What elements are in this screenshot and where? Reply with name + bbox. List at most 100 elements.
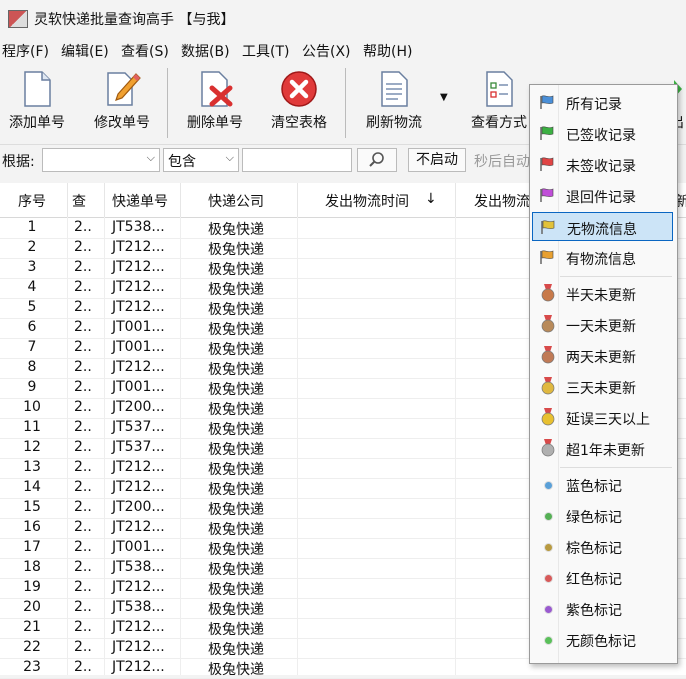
menu-item-label: 红色标记 (566, 572, 622, 588)
clear-table-button[interactable]: 清空表格 (262, 70, 336, 132)
edit-number-button[interactable]: 修改单号 (85, 70, 159, 132)
cell-index: 4 (27, 279, 37, 295)
cell-courier: 极兔快递 (208, 602, 264, 618)
cell-courier: 极兔快递 (208, 462, 264, 478)
menu-item-label: 绿色标记 (566, 510, 622, 526)
pencil-icon (107, 72, 141, 106)
menu-item[interactable]: 无物流信息 (532, 212, 673, 241)
menu-item-label: 半天未更新 (566, 288, 636, 304)
header-status[interactable]: 查 (72, 191, 98, 211)
cell-index: 18 (23, 559, 41, 575)
flag-icon (540, 95, 554, 109)
menu-item[interactable]: 无颜色标记 (532, 625, 673, 654)
dot-icon (544, 543, 553, 552)
menu-item[interactable]: 退回件记录 (532, 181, 673, 210)
header-tracking-number[interactable]: 快递单号 (112, 191, 168, 211)
cell-index: 17 (23, 539, 41, 555)
cell-tracking-number: JT538... (112, 599, 165, 615)
cell-courier: 极兔快递 (208, 522, 264, 538)
header-ship-time[interactable]: 发出物流时间 (325, 191, 409, 211)
edit-number-label: 修改单号 (94, 115, 150, 131)
menu-item[interactable]: 蓝色标记 (532, 470, 673, 499)
menu-item[interactable]: 两天未更新 (532, 341, 673, 370)
cell-courier: 极兔快递 (208, 482, 264, 498)
cell-tracking-number: JT212... (112, 639, 165, 655)
sort-desc-icon: ↓ (425, 191, 437, 207)
refresh-logistics-button[interactable]: 刷新物流 (357, 70, 431, 132)
cell-index: 16 (23, 519, 41, 535)
cell-status: 2.. (74, 279, 92, 295)
column-divider (455, 183, 456, 217)
menu-notice[interactable]: 公告(X) (302, 41, 351, 61)
menu-item[interactable]: 棕色标记 (532, 532, 673, 561)
delete-document-icon (201, 71, 233, 107)
cell-tracking-number: JT212... (112, 239, 165, 255)
menu-view[interactable]: 查看(S) (121, 41, 169, 61)
cell-status: 2.. (74, 239, 92, 255)
search-button[interactable] (357, 148, 397, 172)
title-bar: 灵软快递批量查询高手 【与我】 (0, 0, 686, 38)
cell-courier: 极兔快递 (208, 582, 264, 598)
menu-item[interactable]: 已签收记录 (532, 119, 673, 148)
dot-icon (544, 605, 553, 614)
menu-item[interactable]: 超1年未更新 (532, 434, 673, 463)
add-number-button[interactable]: 添加单号 (0, 70, 74, 132)
menu-item-label: 蓝色标记 (566, 479, 622, 495)
menu-item-label: 超1年未更新 (566, 443, 645, 459)
medal-icon (541, 315, 555, 333)
menu-item-label: 无物流信息 (567, 222, 637, 238)
menu-help[interactable]: 帮助(H) (363, 41, 412, 61)
menu-item[interactable]: 有物流信息 (532, 243, 673, 272)
menu-item[interactable]: 延误三天以上 (532, 403, 673, 432)
delete-number-button[interactable]: 删除单号 (178, 70, 252, 132)
menu-program[interactable]: 程序(F) (2, 41, 49, 61)
menu-item-label: 一天未更新 (566, 319, 636, 335)
menu-item[interactable]: 三天未更新 (532, 372, 673, 401)
cell-status: 2.. (74, 479, 92, 495)
view-mode-button[interactable]: 查看方式 (462, 70, 536, 132)
menu-item-label: 三天未更新 (566, 381, 636, 397)
menu-item[interactable]: 红色标记 (532, 563, 673, 592)
cell-status: 2.. (74, 379, 92, 395)
cell-courier: 极兔快递 (208, 262, 264, 278)
column-divider (180, 183, 181, 217)
menu-item[interactable]: 紫色标记 (532, 594, 673, 623)
cell-courier: 极兔快递 (208, 542, 264, 558)
menu-item-label: 有物流信息 (566, 252, 636, 268)
medal-icon (541, 377, 555, 395)
cell-tracking-number: JT001... (112, 319, 165, 335)
header-index[interactable]: 序号 (18, 191, 46, 211)
cell-status: 2.. (74, 219, 92, 235)
cell-tracking-number: JT537... (112, 439, 165, 455)
cell-index: 13 (23, 459, 41, 475)
menu-data[interactable]: 数据(B) (181, 41, 230, 61)
menu-item[interactable]: 一天未更新 (532, 310, 673, 339)
cell-courier: 极兔快递 (208, 382, 264, 398)
cell-tracking-number: JT212... (112, 619, 165, 635)
cell-index: 1 (27, 219, 37, 235)
cell-index: 6 (27, 319, 37, 335)
filter-keyword-input[interactable] (242, 148, 352, 172)
header-ship-logistics[interactable]: 发出物流 (474, 191, 530, 211)
menu-item[interactable]: 未签收记录 (532, 150, 673, 179)
flag-icon (540, 157, 554, 171)
header-courier[interactable]: 快递公司 (208, 191, 264, 211)
column-divider (104, 183, 105, 217)
cell-courier: 极兔快递 (208, 662, 264, 678)
add-number-label: 添加单号 (9, 115, 65, 131)
auto-refresh-button[interactable]: 不启动 (408, 148, 466, 172)
menu-item[interactable]: 所有记录 (532, 88, 673, 117)
menu-tools[interactable]: 工具(T) (242, 41, 289, 61)
filter-match-select[interactable]: 包含 ⌵ (163, 148, 239, 172)
medal-icon (541, 439, 555, 457)
menu-item-label: 紫色标记 (566, 603, 622, 619)
menu-edit[interactable]: 编辑(E) (61, 41, 109, 61)
cell-tracking-number: JT212... (112, 659, 165, 675)
cell-index: 19 (23, 579, 41, 595)
cell-status: 2.. (74, 459, 92, 475)
chevron-down-icon: ⌵ (225, 151, 234, 164)
refresh-dropdown-arrow-icon[interactable]: ▼ (440, 92, 448, 103)
menu-item[interactable]: 绿色标记 (532, 501, 673, 530)
filter-field-select[interactable]: ⌵ (42, 148, 160, 172)
menu-item[interactable]: 半天未更新 (532, 279, 673, 308)
